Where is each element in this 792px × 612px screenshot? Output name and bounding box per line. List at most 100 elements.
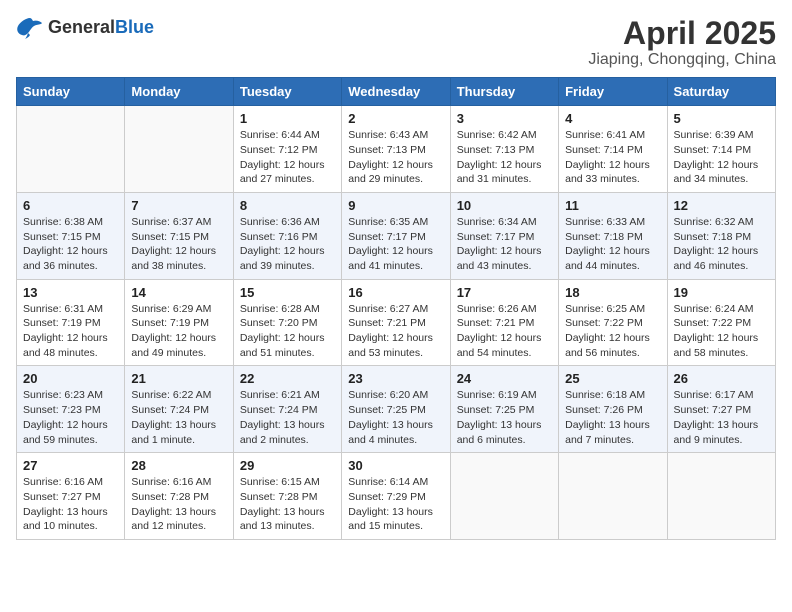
calendar-day-cell: 27 Sunrise: 6:16 AM Sunset: 7:27 PM Dayli… — [17, 453, 125, 540]
day-number: 9 — [348, 198, 443, 213]
day-number: 17 — [457, 285, 552, 300]
day-number: 27 — [23, 458, 118, 473]
day-info: Sunrise: 6:34 AM Sunset: 7:17 PM Dayligh… — [457, 215, 552, 274]
day-number: 30 — [348, 458, 443, 473]
calendar-day-cell: 21Sunrise: 6:22 AM Sunset: 7:24 PM Dayli… — [125, 366, 233, 453]
day-info: Sunrise: 6:26 AM Sunset: 7:21 PM Dayligh… — [457, 302, 552, 361]
calendar-day-cell: 23 Sunrise: 6:20 AM Sunset: 7:25 PM Dayli… — [342, 366, 450, 453]
calendar-day-cell: 10 Sunrise: 6:34 AM Sunset: 7:17 PM Dayli… — [450, 192, 558, 279]
day-info: Sunrise: 6:31 AM Sunset: 7:19 PM Dayligh… — [23, 302, 118, 361]
logo-text: GeneralBlue — [48, 18, 154, 38]
day-info: Sunrise: 6:38 AM Sunset: 7:15 PM Dayligh… — [23, 215, 118, 274]
calendar-week-row: 13 Sunrise: 6:31 AM Sunset: 7:19 PM Dayli… — [17, 279, 776, 366]
day-info: Sunrise: 6:21 AM Sunset: 7:24 PM Dayligh… — [240, 388, 335, 447]
calendar-day-cell: 28Sunrise: 6:16 AM Sunset: 7:28 PM Dayli… — [125, 453, 233, 540]
logo-general: General — [48, 17, 115, 37]
day-number: 28 — [131, 458, 226, 473]
day-info: Sunrise: 6:37 AM Sunset: 7:15 PM Dayligh… — [131, 215, 226, 274]
day-number: 5 — [674, 111, 769, 126]
calendar-day-cell — [125, 106, 233, 193]
day-number: 19 — [674, 285, 769, 300]
day-number: 12 — [674, 198, 769, 213]
location-title: Jiaping, Chongqing, China — [588, 51, 776, 69]
day-info: Sunrise: 6:17 AM Sunset: 7:27 PM Dayligh… — [674, 388, 769, 447]
calendar-day-cell: 13 Sunrise: 6:31 AM Sunset: 7:19 PM Dayli… — [17, 279, 125, 366]
day-number: 14 — [131, 285, 226, 300]
calendar-day-cell — [667, 453, 775, 540]
day-number: 26 — [674, 371, 769, 386]
day-info: Sunrise: 6:23 AM Sunset: 7:23 PM Dayligh… — [23, 388, 118, 447]
day-info: Sunrise: 6:14 AM Sunset: 7:29 PM Dayligh… — [348, 475, 443, 534]
day-info: Sunrise: 6:33 AM Sunset: 7:18 PM Dayligh… — [565, 215, 660, 274]
calendar-day-cell: 14 Sunrise: 6:29 AM Sunset: 7:19 PM Dayli… — [125, 279, 233, 366]
logo: GeneralBlue — [16, 16, 154, 40]
day-info: Sunrise: 6:15 AM Sunset: 7:28 PM Dayligh… — [240, 475, 335, 534]
day-of-week-header: Tuesday — [233, 78, 341, 106]
day-of-week-header: Monday — [125, 78, 233, 106]
day-of-week-header: Wednesday — [342, 78, 450, 106]
calendar-day-cell: 19 Sunrise: 6:24 AM Sunset: 7:22 PM Dayli… — [667, 279, 775, 366]
header: GeneralBlue April 2025 Jiaping, Chongqin… — [16, 16, 776, 69]
calendar-week-row: 20 Sunrise: 6:23 AM Sunset: 7:23 PM Dayli… — [17, 366, 776, 453]
day-info: Sunrise: 6:32 AM Sunset: 7:18 PM Dayligh… — [674, 215, 769, 274]
calendar-day-cell: 5 Sunrise: 6:39 AM Sunset: 7:14 PM Daylig… — [667, 106, 775, 193]
calendar-day-cell: 4Sunrise: 6:41 AM Sunset: 7:14 PM Daylig… — [559, 106, 667, 193]
calendar-day-cell: 12 Sunrise: 6:32 AM Sunset: 7:18 PM Dayli… — [667, 192, 775, 279]
day-info: Sunrise: 6:19 AM Sunset: 7:25 PM Dayligh… — [457, 388, 552, 447]
day-info: Sunrise: 6:28 AM Sunset: 7:20 PM Dayligh… — [240, 302, 335, 361]
day-number: 23 — [348, 371, 443, 386]
logo-bird-icon — [16, 16, 44, 40]
day-info: Sunrise: 6:16 AM Sunset: 7:27 PM Dayligh… — [23, 475, 118, 534]
calendar-day-cell: 18 Sunrise: 6:25 AM Sunset: 7:22 PM Dayli… — [559, 279, 667, 366]
logo-blue: Blue — [115, 17, 154, 37]
calendar-day-cell: 29 Sunrise: 6:15 AM Sunset: 7:28 PM Dayli… — [233, 453, 341, 540]
day-number: 10 — [457, 198, 552, 213]
calendar-day-cell — [450, 453, 558, 540]
day-number: 15 — [240, 285, 335, 300]
calendar-week-row: 27 Sunrise: 6:16 AM Sunset: 7:27 PM Dayli… — [17, 453, 776, 540]
day-info: Sunrise: 6:18 AM Sunset: 7:26 PM Dayligh… — [565, 388, 660, 447]
day-info: Sunrise: 6:36 AM Sunset: 7:16 PM Dayligh… — [240, 215, 335, 274]
day-number: 2 — [348, 111, 443, 126]
day-number: 1 — [240, 111, 335, 126]
day-of-week-header: Friday — [559, 78, 667, 106]
day-info: Sunrise: 6:39 AM Sunset: 7:14 PM Dayligh… — [674, 128, 769, 187]
day-info: Sunrise: 6:25 AM Sunset: 7:22 PM Dayligh… — [565, 302, 660, 361]
day-number: 11 — [565, 198, 660, 213]
day-number: 3 — [457, 111, 552, 126]
day-of-week-header: Thursday — [450, 78, 558, 106]
calendar-week-row: 6Sunrise: 6:38 AM Sunset: 7:15 PM Daylig… — [17, 192, 776, 279]
calendar-day-cell: 9Sunrise: 6:35 AM Sunset: 7:17 PM Daylig… — [342, 192, 450, 279]
calendar-day-cell — [559, 453, 667, 540]
day-number: 18 — [565, 285, 660, 300]
calendar-day-cell: 26 Sunrise: 6:17 AM Sunset: 7:27 PM Dayli… — [667, 366, 775, 453]
calendar-day-cell: 3 Sunrise: 6:42 AM Sunset: 7:13 PM Daylig… — [450, 106, 558, 193]
day-info: Sunrise: 6:42 AM Sunset: 7:13 PM Dayligh… — [457, 128, 552, 187]
day-info: Sunrise: 6:27 AM Sunset: 7:21 PM Dayligh… — [348, 302, 443, 361]
calendar-day-cell: 7 Sunrise: 6:37 AM Sunset: 7:15 PM Daylig… — [125, 192, 233, 279]
calendar-day-cell: 22 Sunrise: 6:21 AM Sunset: 7:24 PM Dayli… — [233, 366, 341, 453]
day-number: 29 — [240, 458, 335, 473]
day-info: Sunrise: 6:44 AM Sunset: 7:12 PM Dayligh… — [240, 128, 335, 187]
calendar-day-cell — [17, 106, 125, 193]
day-number: 22 — [240, 371, 335, 386]
day-info: Sunrise: 6:29 AM Sunset: 7:19 PM Dayligh… — [131, 302, 226, 361]
day-info: Sunrise: 6:24 AM Sunset: 7:22 PM Dayligh… — [674, 302, 769, 361]
day-number: 7 — [131, 198, 226, 213]
month-title: April 2025 — [588, 16, 776, 51]
calendar-day-cell: 30 Sunrise: 6:14 AM Sunset: 7:29 PM Dayli… — [342, 453, 450, 540]
calendar-day-cell: 6Sunrise: 6:38 AM Sunset: 7:15 PM Daylig… — [17, 192, 125, 279]
day-number: 13 — [23, 285, 118, 300]
calendar-week-row: 1 Sunrise: 6:44 AM Sunset: 7:12 PM Daylig… — [17, 106, 776, 193]
day-of-week-header: Sunday — [17, 78, 125, 106]
calendar-day-cell: 11 Sunrise: 6:33 AM Sunset: 7:18 PM Dayli… — [559, 192, 667, 279]
day-info: Sunrise: 6:41 AM Sunset: 7:14 PM Dayligh… — [565, 128, 660, 187]
day-info: Sunrise: 6:43 AM Sunset: 7:13 PM Dayligh… — [348, 128, 443, 187]
calendar: SundayMondayTuesdayWednesdayThursdayFrid… — [16, 77, 776, 540]
day-info: Sunrise: 6:20 AM Sunset: 7:25 PM Dayligh… — [348, 388, 443, 447]
day-number: 20 — [23, 371, 118, 386]
calendar-day-cell: 20 Sunrise: 6:23 AM Sunset: 7:23 PM Dayli… — [17, 366, 125, 453]
day-number: 8 — [240, 198, 335, 213]
day-number: 16 — [348, 285, 443, 300]
title-area: April 2025 Jiaping, Chongqing, China — [588, 16, 776, 69]
